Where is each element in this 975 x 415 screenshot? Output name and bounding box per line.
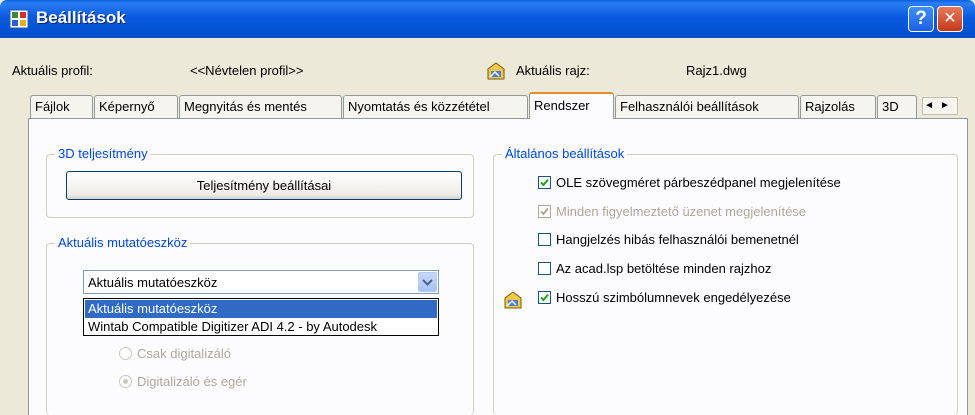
checkbox-ole-text-size-label: OLE szövegméret párbeszédpanel megjelení… [556,175,841,190]
pointing-device-selected-value: Aktuális mutatóeszköz [88,275,218,290]
tab-open-save[interactable]: Megnyitás és mentés [179,95,342,118]
close-button[interactable]: ✕ [937,6,963,32]
chevron-down-icon[interactable] [418,272,437,292]
tab-system[interactable]: Rendszer [529,92,614,119]
checkbox-beep-on-error[interactable]: Hangjelzés hibás felhasználói bemenetnél [538,232,799,247]
general-options-legend: Általános beállítások [502,146,628,161]
tab-files[interactable]: Fájlok [30,95,93,118]
title-bar[interactable]: Beállítások ? ✕ [0,0,975,38]
general-options-group: Általános beállítások [493,146,958,415]
pointing-device-legend: Aktuális mutatóeszköz [55,235,191,250]
checkbox-beep-on-error-label: Hangjelzés hibás felhasználói bemenetnél [556,232,799,247]
performance-settings-button[interactable]: Teljesítmény beállításai [66,171,462,200]
current-profile-label: Aktuális profil: [12,63,93,78]
checkbox-show-all-warnings-label: Minden figyelmeztető üzenet megjelenítés… [556,204,807,219]
drawing-file-icon [487,62,505,80]
radio-digitizer-and-mouse-label: Digitalizáló és egér [137,374,247,389]
tab-scroll-buttons[interactable]: ◄► [922,97,958,115]
tab-3d[interactable]: 3D [877,95,917,118]
checkbox-ole-text-size[interactable]: OLE szövegméret párbeszédpanel megjelení… [538,175,841,190]
tab-plot-publish[interactable]: Nyomtatás és közzététel [343,95,528,118]
drawing-file-icon [504,291,522,309]
scroll-left-icon[interactable]: ◄ [924,100,940,111]
radio-selected-icon [119,375,132,388]
radio-digitizer-and-mouse[interactable]: Digitalizáló és egér [119,374,247,389]
tab-drafting[interactable]: Rajzolás [800,95,876,118]
dropdown-option-current[interactable]: Aktuális mutatóeszköz [85,300,437,318]
pointing-device-select[interactable]: Aktuális mutatóeszköz [83,270,439,294]
tab-user-preferences[interactable]: Felhasználói beállítások [615,95,799,118]
checkbox-long-symbol-names[interactable]: Hosszú szimbólumnevek engedélyezése [538,290,791,305]
help-button[interactable]: ? [908,6,934,32]
performance-legend: 3D teljesítmény [55,146,151,161]
dropdown-option-wintab[interactable]: Wintab Compatible Digitizer ADI 4.2 - by… [85,318,437,336]
settings-dialog-icon [9,9,29,29]
checkbox-checked-disabled-icon [538,205,551,218]
checkbox-unchecked-icon [538,262,551,275]
tab-display[interactable]: Képernyő [94,95,178,118]
window-title: Beállítások [36,8,126,27]
checkbox-checked-icon [538,176,551,189]
current-drawing-value: Rajz1.dwg [686,63,747,78]
options-dialog: Beállítások ? ✕ Aktuális profil: <<Névte… [0,0,975,415]
checkbox-load-acad-lsp[interactable]: Az acad.lsp betöltése minden rajzhoz [538,261,771,276]
radio-digitizer-only[interactable]: Csak digitalizáló [119,346,231,361]
current-drawing-label: Aktuális rajz: [516,63,590,78]
scroll-right-icon[interactable]: ► [940,100,956,111]
checkbox-checked-icon [538,291,551,304]
checkbox-load-acad-lsp-label: Az acad.lsp betöltése minden rajzhoz [556,261,772,276]
radio-digitizer-only-label: Csak digitalizáló [137,346,231,361]
pointing-device-dropdown: Aktuális mutatóeszköz Wintab Compatible … [83,298,439,336]
current-profile-value: <<Névtelen profil>> [190,63,304,78]
checkbox-show-all-warnings: Minden figyelmeztető üzenet megjelenítés… [538,204,806,219]
checkbox-long-symbol-names-label: Hosszú szimbólumnevek engedélyezése [556,290,791,305]
checkbox-unchecked-icon [538,233,551,246]
radio-empty-icon [119,347,132,360]
